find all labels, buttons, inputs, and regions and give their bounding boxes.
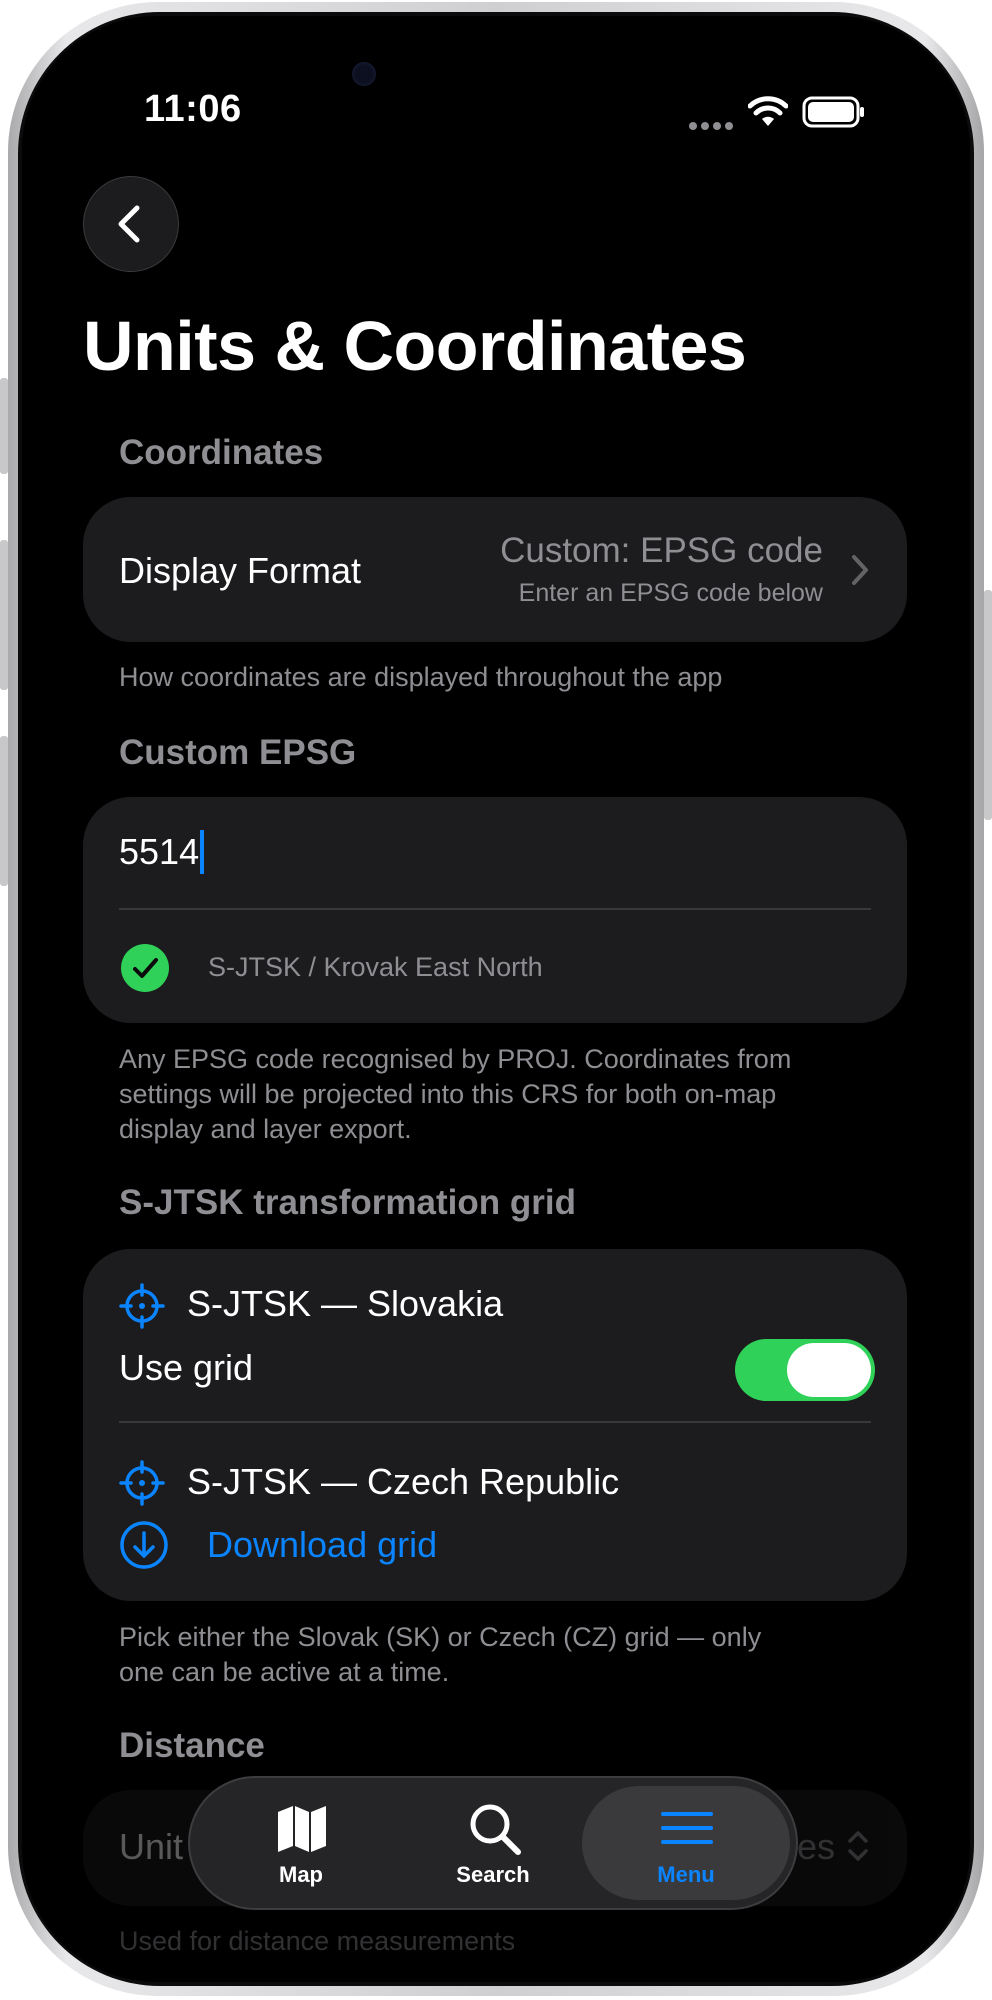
tab-search-label: Search (456, 1862, 530, 1887)
epsg-validation-text: S-JTSK / Krovak East North (208, 952, 543, 982)
custom-epsg-card: 5514 S-JTSK / Krovak East North (83, 797, 907, 1023)
cellular-signal-icon (688, 118, 734, 130)
power-button (984, 590, 992, 820)
map-icon (278, 1806, 326, 1852)
distance-footer: Used for distance measurements (119, 1926, 516, 1956)
sjtsk-footer: Pick either the Slovak (SK) or Czech (CZ… (119, 1622, 762, 1687)
slovakia-grid-name: S-JTSK — Slovakia (187, 1283, 504, 1324)
custom-epsg-footer: Any EPSG code recognised by PROJ. Coordi… (119, 1044, 792, 1144)
page-title: Units & Coordinates (83, 307, 747, 385)
back-button[interactable] (83, 176, 179, 272)
sjtsk-section-header: S-JTSK transformation grid (119, 1183, 576, 1222)
tab-menu-label: Menu (657, 1862, 715, 1887)
display-format-subtitle: Enter an EPSG code below (518, 579, 823, 607)
tab-menu[interactable]: Menu (582, 1786, 790, 1900)
distance-units-value: es (796, 1826, 835, 1867)
text-cursor (200, 830, 205, 874)
action-button (0, 378, 8, 474)
toggle-knob (787, 1343, 871, 1397)
tab-search[interactable]: Search (398, 1778, 588, 1908)
tab-map-label: Map (279, 1862, 323, 1887)
status-time: 11:06 (144, 88, 242, 130)
display-format-value: Custom: EPSG code (500, 531, 823, 570)
download-grid-button[interactable]: Download grid (119, 1515, 519, 1575)
volume-up-button (0, 540, 8, 690)
chevron-up-down-icon (845, 1826, 871, 1871)
use-grid-label: Use grid (119, 1347, 254, 1388)
epsg-divider (119, 908, 871, 910)
crosshair-icon (119, 1283, 165, 1334)
grid-divider (119, 1421, 871, 1423)
crosshair-icon (119, 1460, 165, 1511)
display-format-row[interactable]: Display Format Custom: EPSG code Enter a… (83, 497, 907, 642)
volume-down-button (0, 736, 8, 886)
display-format-label: Display Format (119, 550, 362, 591)
epsg-input[interactable]: 5514 (119, 817, 871, 887)
chevron-left-icon (118, 205, 140, 243)
download-circle-icon (120, 1521, 168, 1569)
download-grid-label: Download grid (207, 1524, 438, 1565)
use-grid-toggle[interactable] (735, 1339, 875, 1401)
czech-grid-name: S-JTSK — Czech Republic (187, 1461, 620, 1502)
chevron-right-icon (849, 553, 871, 592)
hamburger-menu-icon (661, 1812, 713, 1844)
checkmark-circle-icon (120, 943, 170, 998)
distance-section-header: Distance (119, 1726, 265, 1765)
epsg-input-value: 5514 (119, 831, 200, 872)
coordinates-section-header: Coordinates (119, 433, 324, 472)
coordinates-footer: How coordinates are displayed throughout… (119, 662, 723, 692)
tab-bar: Map Search Menu (188, 1776, 798, 1910)
tab-map[interactable]: Map (206, 1778, 396, 1908)
distance-units-label: Unit (119, 1826, 184, 1867)
sjtsk-grid-card: S-JTSK — Slovakia Use grid S-JTSK — Czec… (83, 1249, 907, 1601)
search-icon (470, 1804, 521, 1855)
battery-icon (802, 96, 866, 128)
wifi-icon (747, 96, 789, 128)
custom-epsg-section-header: Custom EPSG (119, 733, 357, 772)
front-camera (352, 62, 376, 86)
